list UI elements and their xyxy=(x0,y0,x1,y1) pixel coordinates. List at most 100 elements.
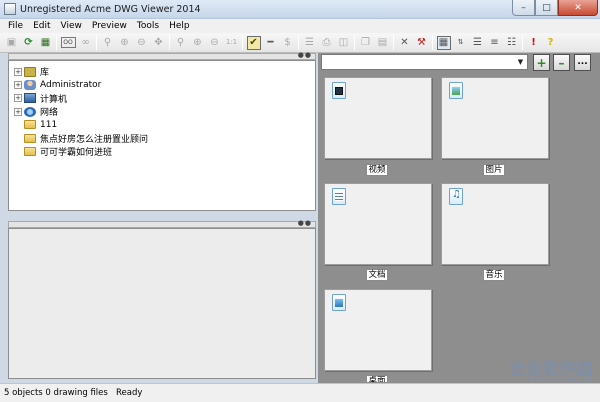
folder-icon xyxy=(24,133,36,143)
thumbnail-music[interactable]: ♫ xyxy=(441,183,549,265)
menu-edit[interactable]: Edit xyxy=(28,19,55,33)
layers-icon[interactable]: ☰ xyxy=(303,36,317,50)
tree-item-administrator[interactable]: + Administrator xyxy=(14,78,315,91)
zoom-out-icon[interactable]: ⊖ xyxy=(135,36,149,50)
library-icon xyxy=(24,66,36,77)
details-view-icon[interactable]: ☷ xyxy=(505,36,519,50)
watermark-url: www.hezhong.net xyxy=(529,375,593,383)
refresh-icon[interactable]: ⟳ xyxy=(22,36,36,50)
tools-icon[interactable]: ⚒ xyxy=(415,36,429,50)
folder-icon xyxy=(24,120,36,130)
status-objects: 5 objects 0 drawing files xyxy=(4,388,108,398)
path-dropdown[interactable]: ▼ xyxy=(321,54,528,70)
paste-icon[interactable]: ▤ xyxy=(376,36,390,50)
zoom-scale-button[interactable]: 1:1 xyxy=(225,36,239,50)
help-icon[interactable]: ? xyxy=(544,36,558,50)
tree-item-folder-3[interactable]: 可可学霸如何进班 xyxy=(14,145,315,158)
close-button[interactable]: ✕ xyxy=(558,0,598,16)
more-button[interactable]: ... xyxy=(574,54,591,71)
zoom-pan-icon[interactable]: ✥ xyxy=(152,36,166,50)
app-icon[interactable] xyxy=(4,3,16,15)
user-folder-icon xyxy=(24,79,36,90)
delete-icon[interactable]: ✕ xyxy=(398,36,412,50)
open-folder-icon[interactable]: ▣ xyxy=(5,36,19,50)
copy-icon[interactable]: ❐ xyxy=(359,36,373,50)
sort-icon[interactable]: ⇅ xyxy=(454,36,468,50)
thumbnail-label: 文档 xyxy=(366,269,388,281)
pictures-icon xyxy=(446,81,466,101)
link-icon[interactable]: ∞ xyxy=(79,36,93,50)
menu-bar: File Edit View Preview Tools Help xyxy=(0,19,600,33)
text-icon[interactable]: $ xyxy=(281,36,295,50)
thumbnail-label: 桌面 xyxy=(366,375,388,383)
expand-icon[interactable]: + xyxy=(14,107,22,116)
menu-tools[interactable]: Tools xyxy=(132,19,164,33)
tree-view-icon[interactable]: ≡ xyxy=(488,36,502,50)
alert-icon[interactable]: ! xyxy=(527,36,541,50)
status-bar: 5 objects 0 drawing files Ready xyxy=(0,383,600,402)
thumbnail-pictures[interactable] xyxy=(441,77,549,159)
tree-item-network[interactable]: + 网络 xyxy=(14,105,315,118)
thumbnail-desktop[interactable] xyxy=(324,289,432,371)
tree-item-label: 库 xyxy=(40,68,50,79)
maximize-button[interactable]: □ xyxy=(535,0,558,16)
network-icon xyxy=(24,106,36,117)
tree-item-label: 计算机 xyxy=(40,94,68,105)
toolbar-separator xyxy=(56,35,57,50)
measure-icon[interactable]: ━ xyxy=(264,36,278,50)
zoom-window-icon[interactable]: ⚲ xyxy=(174,36,188,50)
tree-item-label: 焦点好房怎么注册置业顾问 xyxy=(40,134,149,145)
tree-item-computer[interactable]: + 计算机 xyxy=(14,92,315,105)
toolbar-separator xyxy=(522,35,523,50)
title-bar: Unregistered Acme DWG Viewer 2014 – □ ✕ xyxy=(0,0,600,19)
chevron-down-icon[interactable]: ▼ xyxy=(515,56,526,68)
tree-item-label: 网络 xyxy=(40,108,59,119)
status-state: Ready xyxy=(116,388,143,398)
preview-pane-header[interactable]: ●● xyxy=(8,219,316,228)
print-icon[interactable]: ⎙ xyxy=(320,36,334,50)
list-view-icon[interactable]: ☰ xyxy=(471,36,485,50)
add-button[interactable]: + xyxy=(533,54,550,71)
menu-file[interactable]: File xyxy=(3,19,28,33)
toolbar-separator xyxy=(298,35,299,50)
oo-view-button[interactable]: OO xyxy=(60,37,76,48)
tree-item-folder-2[interactable]: 焦点好房怎么注册置业顾问 xyxy=(14,131,315,145)
thumbnail-videos[interactable] xyxy=(324,77,432,159)
music-icon: ♫ xyxy=(446,187,466,207)
tree-item-label: 可可学霸如何进班 xyxy=(40,147,113,158)
thumbnail-label: 图片 xyxy=(483,164,505,176)
zoom-icon[interactable]: ⚲ xyxy=(101,36,115,50)
preview-pane xyxy=(8,228,316,379)
menu-help[interactable]: Help xyxy=(164,19,195,33)
save-icon[interactable]: ▦ xyxy=(39,36,53,50)
toolbar-separator xyxy=(432,35,433,50)
zoom-extents-icon[interactable]: ⊕ xyxy=(191,36,205,50)
tree-item-111[interactable]: 111 xyxy=(14,118,315,131)
folder-tree[interactable]: + 库 + Administrator + 计算机 + 网络 111 焦点好房怎么注册置… xyxy=(8,60,316,211)
thumbnail-documents[interactable] xyxy=(324,183,432,265)
toolbar-separator xyxy=(354,35,355,50)
expand-icon[interactable]: + xyxy=(14,67,22,76)
tree-item-library[interactable]: + 库 xyxy=(14,65,315,78)
tree-pane-header[interactable]: ●● xyxy=(8,51,316,60)
documents-icon xyxy=(329,187,349,207)
zoom-in-icon[interactable]: ⊕ xyxy=(118,36,132,50)
remove-button[interactable]: – xyxy=(553,54,570,71)
tree-item-label: Administrator xyxy=(40,79,102,90)
zoom-previous-icon[interactable]: ⊖ xyxy=(208,36,222,50)
minimize-button[interactable]: – xyxy=(512,0,535,16)
thumbnail-view-icon[interactable]: ▦ xyxy=(436,35,451,50)
select-tool-icon[interactable]: ✔ xyxy=(246,35,261,50)
menu-preview[interactable]: Preview xyxy=(87,19,132,33)
expand-icon[interactable]: + xyxy=(14,80,22,89)
toolbar-separator xyxy=(96,35,97,50)
computer-icon xyxy=(24,93,36,104)
toolbar-separator xyxy=(393,35,394,50)
clipboard-icon[interactable]: ◫ xyxy=(337,36,351,50)
toolbar: ▣ ⟳ ▦ OO ∞ ⚲ ⊕ ⊖ ✥ ⚲ ⊕ ⊖ 1:1 ✔ ━ $ ☰ ⎙ ◫… xyxy=(0,33,600,53)
expand-icon[interactable]: + xyxy=(14,94,22,103)
toolbar-separator xyxy=(242,35,243,50)
toolbar-separator xyxy=(169,35,170,50)
thumbnail-label: 视频 xyxy=(366,164,388,176)
menu-view[interactable]: View xyxy=(56,19,87,33)
